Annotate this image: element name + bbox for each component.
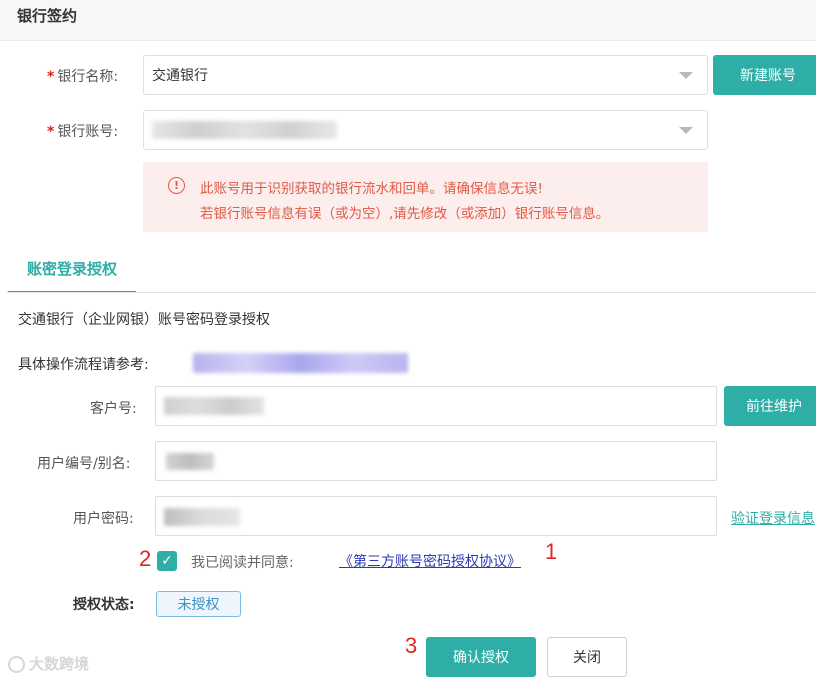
exclamation-circle-icon: ! bbox=[168, 177, 185, 194]
bank-name-label: * 银行名称: bbox=[47, 69, 119, 85]
agree-checkbox[interactable]: ✓ bbox=[157, 551, 177, 571]
step-marker-3: 3 bbox=[405, 633, 418, 658]
reference-label: 具体操作流程请参考: bbox=[18, 357, 149, 373]
confirm-auth-button[interactable]: 确认授权 bbox=[426, 637, 536, 677]
user-id-label: 用户编号/别名: bbox=[37, 456, 131, 472]
status-badge: 未授权 bbox=[156, 591, 241, 617]
bank-name-value: 交通银行 bbox=[152, 68, 208, 84]
agree-label: 我已阅读并同意: bbox=[191, 555, 294, 571]
tab-password-auth[interactable]: 账密登录授权 bbox=[8, 246, 136, 293]
tab-divider bbox=[6, 292, 816, 293]
chevron-down-icon bbox=[679, 72, 693, 79]
masked-customer-no bbox=[164, 397, 264, 415]
agreement-link[interactable]: 《第三方账号密码授权协议》 bbox=[339, 551, 521, 571]
page-header: 银行签约 bbox=[0, 0, 816, 41]
reference-link-masked[interactable] bbox=[193, 353, 408, 373]
password-label: 用户密码: bbox=[73, 511, 134, 527]
alert-line-2: 若银行账号信息有误（或为空）,请先修改（或添加）银行账号信息。 bbox=[200, 206, 610, 222]
masked-account-number bbox=[152, 121, 337, 139]
bank-account-label: * 银行账号: bbox=[47, 124, 119, 140]
required-mark: * bbox=[47, 124, 55, 140]
bank-name-select[interactable]: 交通银行 bbox=[143, 55, 708, 95]
maintain-button[interactable]: 前往维护 bbox=[724, 386, 816, 426]
step-marker-2: 2 bbox=[139, 546, 152, 571]
password-input[interactable] bbox=[155, 496, 717, 536]
close-button[interactable]: 关闭 bbox=[547, 637, 627, 677]
status-label: 授权状态: bbox=[73, 597, 135, 613]
check-icon: ✓ bbox=[161, 553, 173, 569]
step-marker-1: 1 bbox=[545, 539, 558, 564]
auth-description: 交通银行（企业网银）账号密码登录授权 bbox=[18, 312, 270, 328]
customer-no-input[interactable] bbox=[155, 386, 717, 426]
required-mark: * bbox=[47, 69, 55, 85]
watermark-logo-icon bbox=[8, 656, 25, 673]
page-title: 银行签约 bbox=[17, 7, 78, 25]
alert-line-1: 此账号用于识别获取的银行流水和回单。请确保信息无误! bbox=[200, 181, 543, 197]
verify-login-link[interactable]: 验证登录信息 bbox=[731, 508, 815, 528]
masked-user-id bbox=[166, 453, 214, 470]
masked-password bbox=[164, 508, 240, 526]
user-id-input[interactable] bbox=[155, 441, 717, 481]
bank-account-select[interactable] bbox=[143, 110, 708, 150]
customer-no-label: 客户号: bbox=[90, 401, 137, 417]
warning-alert: ! 此账号用于识别获取的银行流水和回单。请确保信息无误! 若银行账号信息有误（或… bbox=[143, 162, 708, 232]
watermark: 大数跨境 bbox=[8, 653, 89, 674]
new-account-button[interactable]: 新建账号 bbox=[713, 55, 816, 95]
chevron-down-icon bbox=[679, 127, 693, 134]
